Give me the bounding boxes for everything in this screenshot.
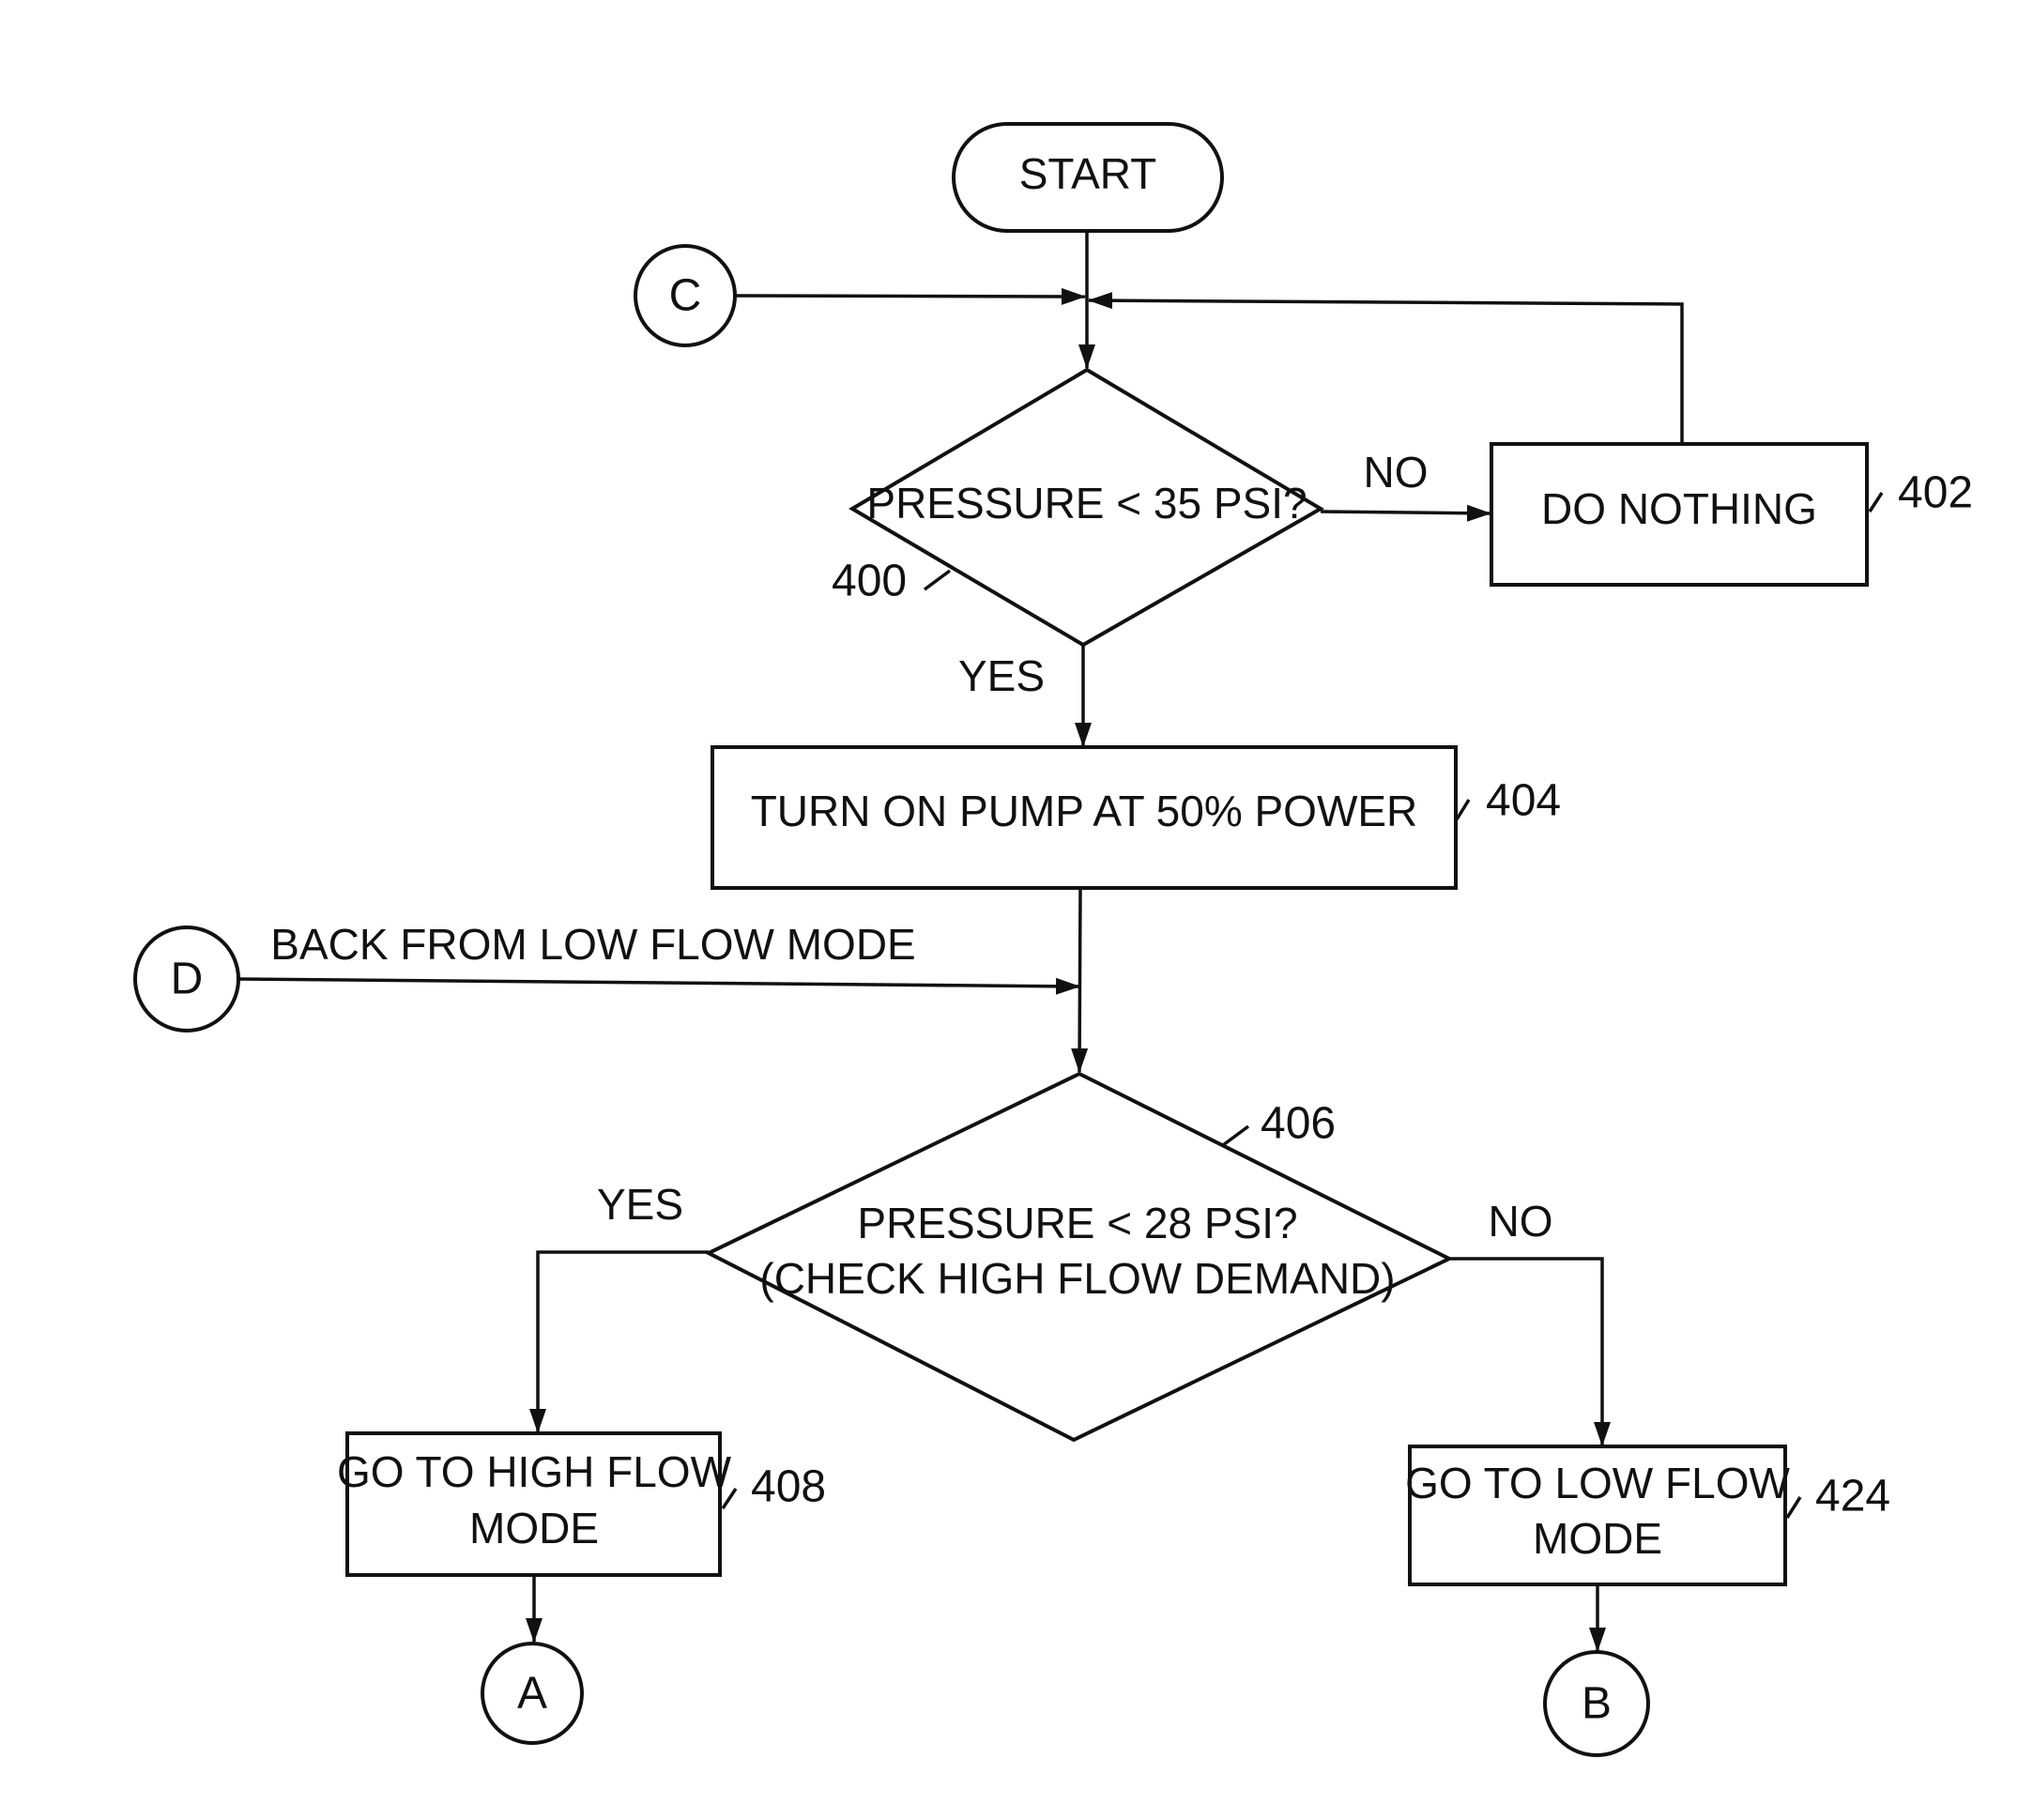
ref-400-leader (923, 569, 952, 591)
decision-406: PRESSURE < 28 PSI? (CHECK HIGH FLOW DEMA… (704, 1071, 1454, 1443)
ref-424: 424 (1815, 1472, 1890, 1522)
turn-on-pump-node: TURN ON PUMP AT 50% POWER (711, 745, 1458, 890)
connector-d: D (133, 925, 240, 1032)
connector-b-label: B (1582, 1679, 1612, 1729)
ref-404: 404 (1486, 776, 1561, 826)
edge-d-entry (237, 977, 1080, 995)
ref-406-leader (1221, 1124, 1250, 1147)
decision-400-label: PRESSURE < 35 PSI? (866, 479, 1307, 528)
turn-on-pump-label: TURN ON PUMP AT 50% POWER (751, 787, 1418, 835)
ref-404-leader (1455, 799, 1471, 820)
edge-406-yes (529, 1250, 709, 1433)
ref-408: 408 (751, 1462, 826, 1512)
edge-406-yes-label: YES (597, 1180, 683, 1229)
do-nothing-node: DO NOTHING (1490, 442, 1869, 587)
edge-c-junction (734, 287, 1086, 305)
low-flow-line1: GO TO LOW FLOW (1405, 1459, 1790, 1507)
connector-c: C (634, 244, 737, 347)
connector-a-label: A (517, 1669, 547, 1719)
start-node: START (952, 122, 1224, 233)
ref-402: 402 (1898, 468, 1973, 518)
low-flow-node: GO TO LOW FLOW MODE (1405, 1445, 1790, 1586)
edge-400-no (1320, 504, 1491, 522)
connector-d-label: D (171, 955, 204, 1004)
ref-402-leader (1868, 492, 1884, 512)
do-nothing-label: DO NOTHING (1541, 484, 1817, 533)
edge-406-no-label: NO (1489, 1197, 1553, 1246)
edge-400-no-label: NO (1364, 448, 1429, 497)
high-flow-line2: MODE (469, 1504, 599, 1552)
edge-d-entry-label: BACK FROM LOW FLOW MODE (270, 920, 915, 969)
connector-b: B (1543, 1650, 1650, 1757)
edge-400-yes-label: YES (958, 651, 1045, 700)
start-label: START (1019, 149, 1157, 198)
decision-406-line2: (CHECK HIGH FLOW DEMAND) (759, 1254, 1395, 1303)
decision-400: PRESSURE < 35 PSI? (848, 367, 1324, 648)
connector-c-label: C (669, 271, 702, 321)
decision-406-line1: PRESSURE < 28 PSI? (857, 1199, 1297, 1247)
high-flow-node: GO TO HIGH FLOW MODE (337, 1431, 732, 1577)
ref-406: 406 (1261, 1099, 1336, 1149)
ref-400: 400 (832, 557, 907, 606)
low-flow-line2: MODE (1533, 1514, 1662, 1563)
edge-pump-406 (1071, 887, 1089, 1073)
connector-a: A (481, 1642, 584, 1745)
high-flow-line1: GO TO HIGH FLOW (337, 1447, 732, 1496)
edge-406-no (1449, 1257, 1611, 1446)
flowchart: START C PRESSURE < 35 PSI? 400 NO DO NOT… (133, 122, 1973, 1757)
